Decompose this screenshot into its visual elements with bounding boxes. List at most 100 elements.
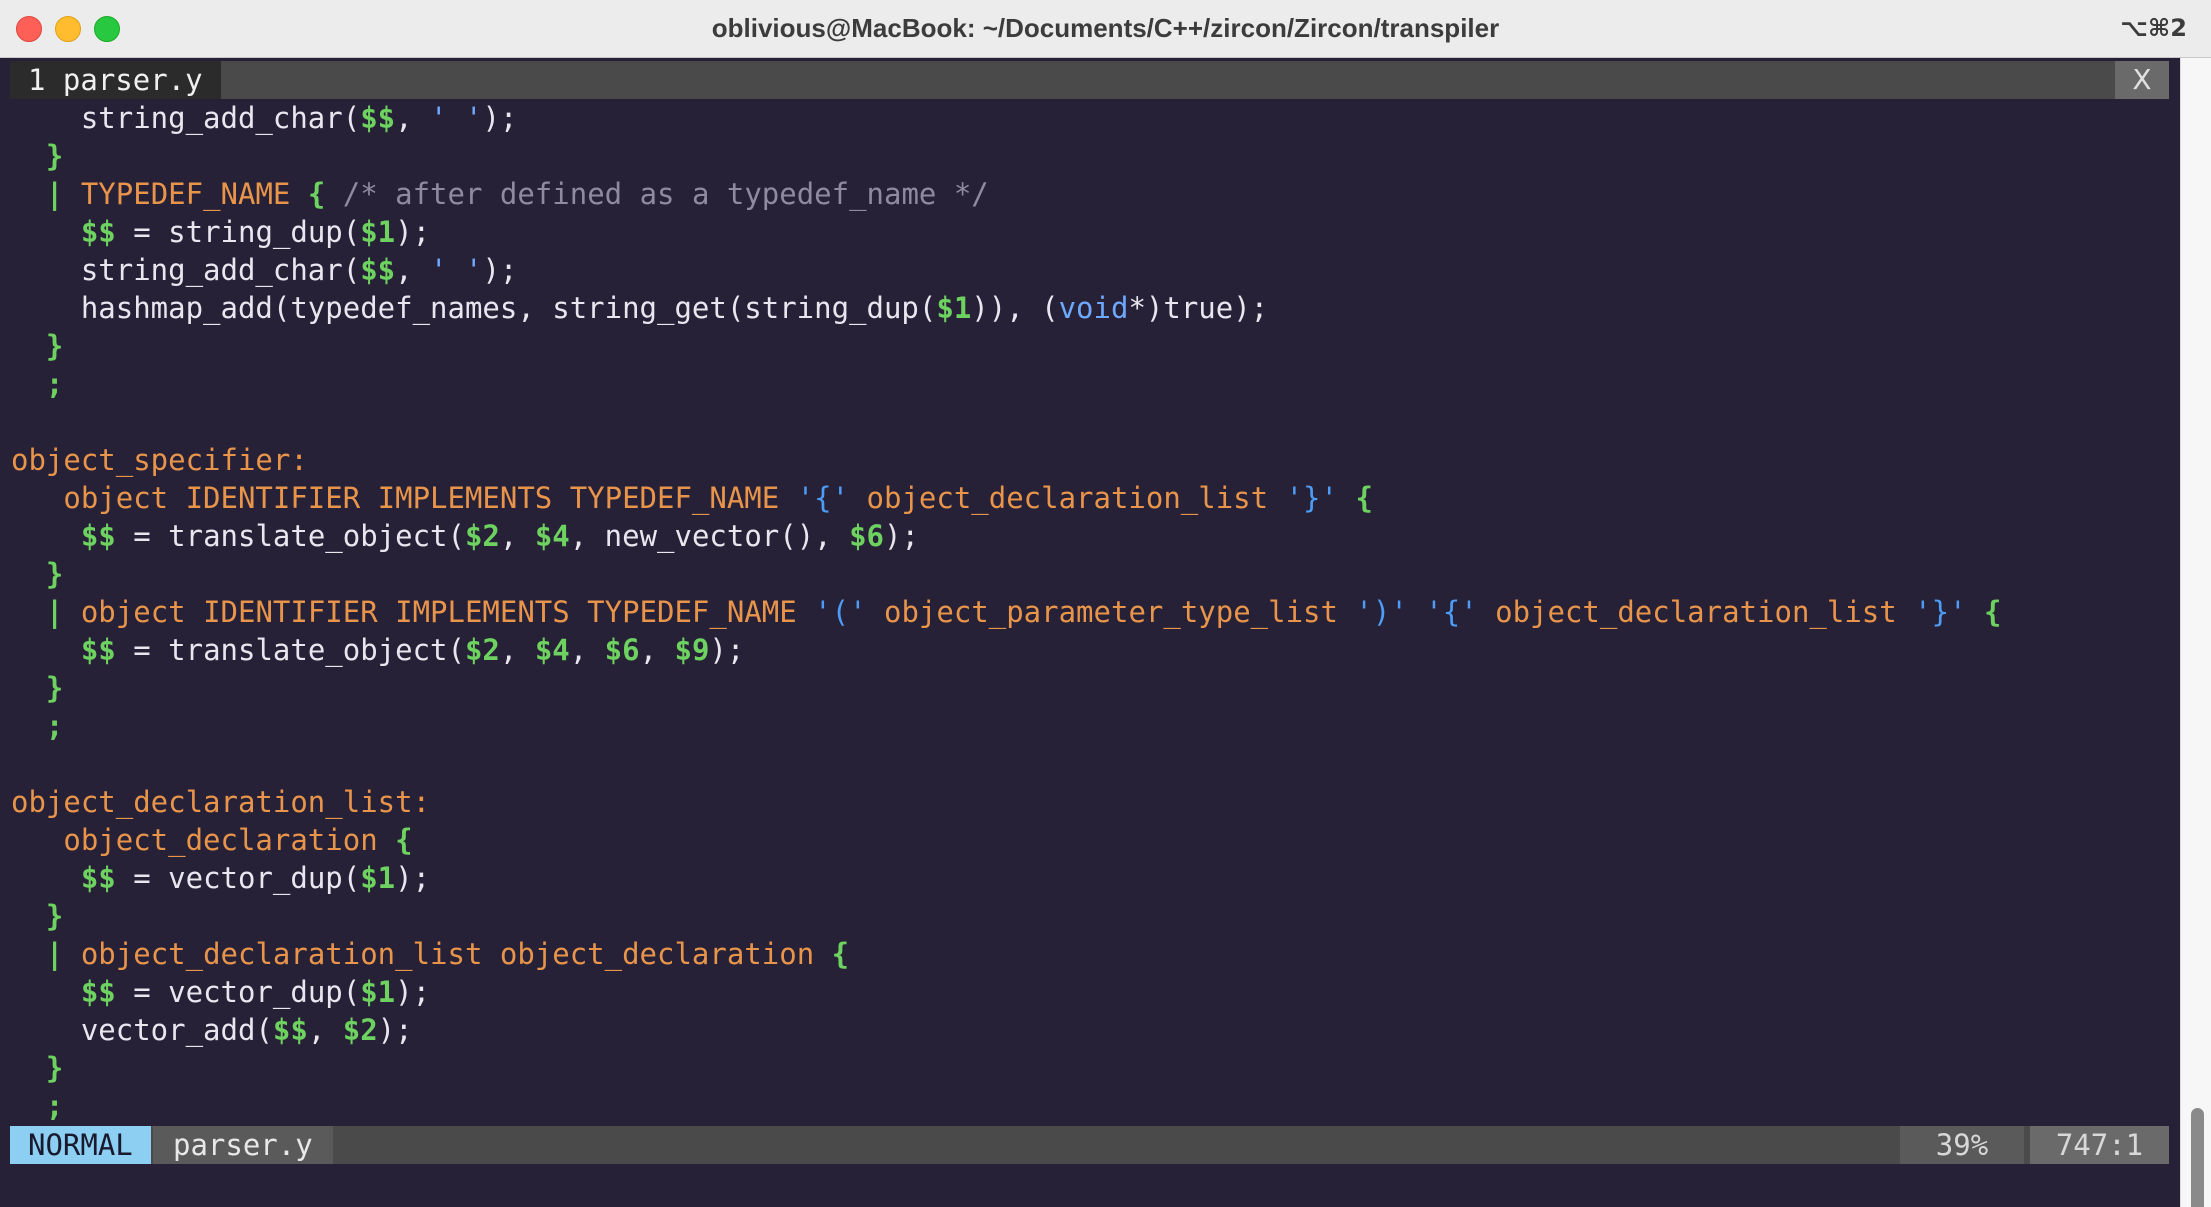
code-token: |: [45, 937, 64, 971]
code-token: string_add_char(: [11, 253, 361, 287]
code-token: = translate_object(: [115, 519, 465, 553]
code-token: ,: [499, 519, 535, 553]
code-token: ')': [1355, 595, 1408, 629]
code-token: $$: [80, 633, 116, 667]
code-token: '{': [1425, 595, 1478, 629]
status-filename: parser.y: [153, 1126, 333, 1164]
scroll-percent: 39%: [1900, 1126, 2024, 1164]
code-token: TYPEDEF_NAME: [63, 177, 308, 211]
code-token: object_declaration_list object_declarati…: [63, 937, 832, 971]
code-token: object_declaration_list: [849, 481, 1286, 515]
code-token: $$: [360, 101, 396, 135]
code-line[interactable]: $$ = vector_dup($1);: [11, 973, 430, 1011]
code-token: );: [395, 861, 431, 895]
code-token: $$: [80, 519, 116, 553]
code-token: $$: [80, 215, 116, 249]
scrollbar-thumb[interactable]: [2191, 1108, 2204, 1207]
code-line[interactable]: ;: [11, 1087, 63, 1123]
terminal-window: oblivious@MacBook: ~/Documents/C++/zirco…: [0, 0, 2211, 1207]
code-token: $1: [360, 975, 396, 1009]
code-line[interactable]: | TYPEDEF_NAME { /* after defined as a t…: [11, 175, 989, 213]
code-editor[interactable]: string_add_char($$, ' '); } | TYPEDEF_NA…: [0, 99, 2175, 1123]
code-line[interactable]: $$ = translate_object($2, $4, $6, $9);: [11, 631, 745, 669]
code-token: ' ': [430, 101, 483, 135]
code-token: $2: [342, 1013, 378, 1047]
code-token: , new_vector(),: [569, 519, 850, 553]
vim-statusline: NORMAL parser.y 39% 747:1: [10, 1126, 2169, 1164]
code-line[interactable]: }: [11, 669, 63, 707]
code-token: $$: [80, 975, 116, 1009]
code-token: {: [395, 823, 413, 857]
code-line[interactable]: $$ = string_dup($1);: [11, 213, 430, 251]
code-token: = vector_dup(: [115, 861, 361, 895]
code-token: /* after defined as a typedef_name */: [325, 177, 989, 211]
code-line[interactable]: vector_add($$, $2);: [11, 1011, 413, 1049]
code-token: '(': [814, 595, 867, 629]
code-line[interactable]: }: [11, 555, 63, 593]
code-token: object_declaration_list: [1477, 595, 1915, 629]
code-token: ,: [395, 253, 431, 287]
scrollbar[interactable]: [2180, 58, 2211, 1207]
code-line[interactable]: object_specifier:: [11, 441, 308, 479]
code-line[interactable]: }: [11, 1049, 63, 1087]
code-line[interactable]: }: [11, 137, 63, 175]
code-line[interactable]: object IDENTIFIER IMPLEMENTS TYPEDEF_NAM…: [11, 479, 1373, 517]
code-token: $2: [464, 633, 500, 667]
code-token: }: [45, 557, 64, 591]
code-token: ;: [45, 1089, 64, 1123]
code-line[interactable]: ;: [11, 365, 63, 403]
code-line[interactable]: object_declaration {: [11, 821, 413, 859]
code-token: ,: [639, 633, 675, 667]
code-line[interactable]: string_add_char($$, ' ');: [11, 251, 518, 289]
code-token: )), (: [971, 291, 1059, 325]
code-token: $1: [360, 861, 396, 895]
code-token: void: [1058, 291, 1129, 325]
code-token: hashmap_add(typedef_names, string_get(st…: [11, 291, 937, 325]
close-tab-button[interactable]: X: [2115, 61, 2169, 99]
code-line[interactable]: ;: [11, 707, 63, 745]
code-line[interactable]: $$ = vector_dup($1);: [11, 859, 430, 897]
code-token: *)true);: [1128, 291, 1269, 325]
code-token: |: [45, 595, 64, 629]
window-shortcut-label: ⌥⌘2: [2120, 14, 2187, 42]
code-line[interactable]: }: [11, 327, 63, 365]
code-line[interactable]: string_add_char($$, ' ');: [11, 99, 518, 137]
code-line[interactable]: object_declaration_list:: [11, 783, 430, 821]
code-token: $4: [534, 633, 570, 667]
code-line[interactable]: hashmap_add(typedef_names, string_get(st…: [11, 289, 1268, 327]
code-token: );: [395, 975, 431, 1009]
title-bar[interactable]: oblivious@MacBook: ~/Documents/C++/zirco…: [0, 0, 2211, 58]
code-token: {: [307, 177, 326, 211]
code-token: $6: [604, 633, 640, 667]
code-token: object IDENTIFIER IMPLEMENTS TYPEDEF_NAM…: [63, 595, 815, 629]
code-token: |: [45, 177, 64, 211]
code-line[interactable]: $$ = translate_object($2, $4, new_vector…: [11, 517, 919, 555]
code-line[interactable]: | object_declaration_list object_declara…: [11, 935, 849, 973]
code-token: object IDENTIFIER IMPLEMENTS TYPEDEF_NAM…: [11, 481, 797, 515]
code-token: $6: [849, 519, 885, 553]
code-token: $$: [360, 253, 396, 287]
code-token: $4: [534, 519, 570, 553]
code-token: {: [1984, 595, 2002, 629]
code-token: object_declaration_list:: [11, 785, 431, 819]
code-token: vector_add(: [11, 1013, 273, 1047]
code-line[interactable]: }: [11, 897, 63, 935]
code-token: = string_dup(: [115, 215, 361, 249]
code-token: }: [45, 329, 64, 363]
code-line[interactable]: | object IDENTIFIER IMPLEMENTS TYPEDEF_N…: [11, 593, 2002, 631]
code-token: $2: [464, 519, 500, 553]
code-token: object_specifier:: [11, 443, 308, 477]
code-token: $1: [360, 215, 396, 249]
tab-parser-y[interactable]: 1 parser.y: [10, 61, 221, 99]
